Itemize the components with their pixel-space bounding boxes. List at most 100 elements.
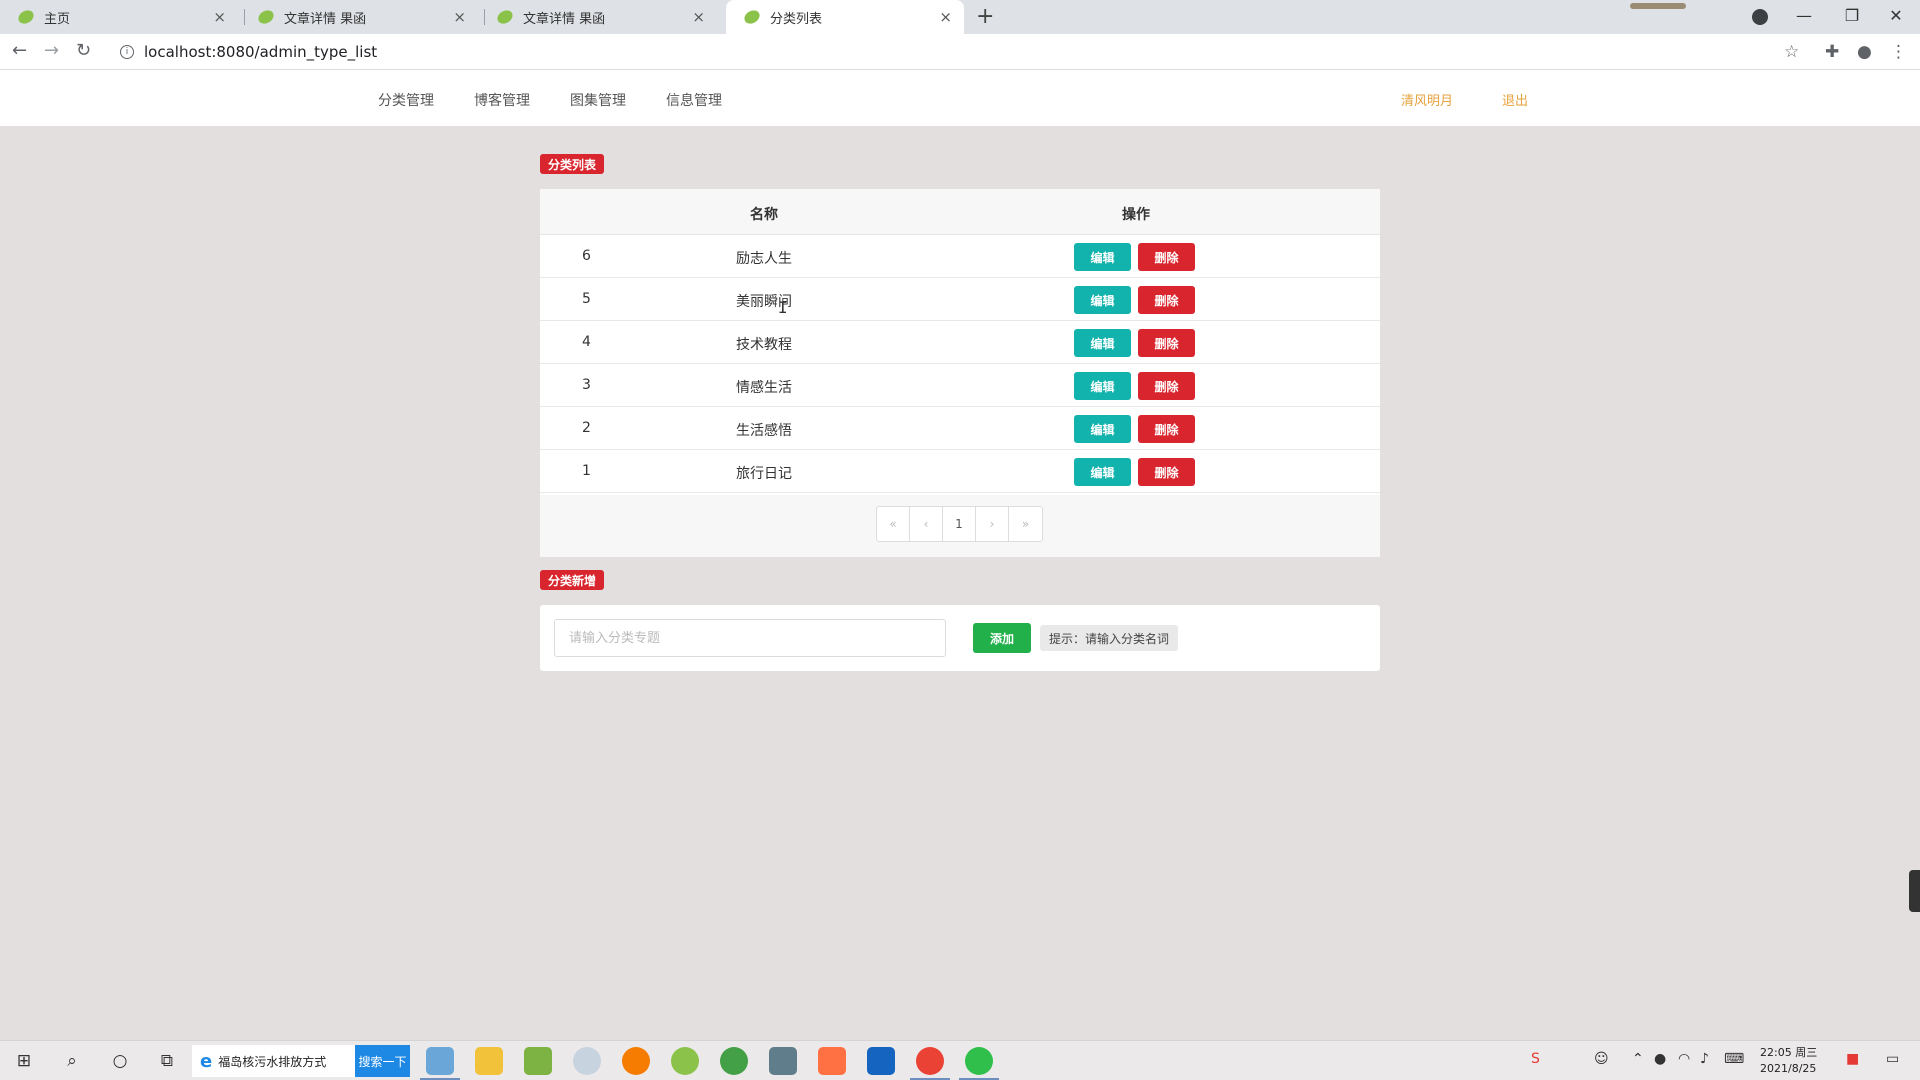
forward-icon[interactable]: → — [44, 40, 59, 61]
search-icon[interactable]: ⌕ — [60, 1049, 84, 1073]
leaf-icon — [256, 7, 276, 27]
terminal-app-icon[interactable] — [769, 1047, 797, 1075]
tab-title: 分类列表 — [770, 11, 823, 27]
action-center-icon[interactable]: ▭ — [1886, 1051, 1899, 1067]
page-last-button[interactable]: » — [1009, 507, 1042, 541]
system-clock[interactable]: 22:05 周三 2021/8/25 — [1760, 1045, 1817, 1077]
add-badge: 分类新增 — [540, 570, 605, 590]
type-name-input[interactable] — [554, 619, 946, 657]
edit-button[interactable]: 编辑 — [1074, 243, 1131, 271]
wechat-icon[interactable] — [965, 1047, 993, 1075]
page-prev-button[interactable]: ‹ — [910, 507, 943, 541]
browser-tab-home[interactable]: 主页 × — [0, 0, 238, 34]
table-footer: « ‹ 1 › » — [540, 495, 1380, 557]
leaf-icon — [495, 7, 515, 27]
close-icon[interactable]: × — [939, 8, 952, 26]
drag-handle[interactable] — [1630, 3, 1686, 9]
user-link[interactable]: 清风明月 — [1401, 90, 1453, 109]
star-icon[interactable]: ☆ — [1784, 42, 1799, 62]
close-icon[interactable]: × — [213, 8, 226, 26]
cortana-icon[interactable]: ○ — [108, 1049, 132, 1073]
search-tool-icon[interactable] — [622, 1047, 650, 1075]
row-id: 4 — [582, 334, 591, 350]
people-icon[interactable]: ☺ — [1594, 1051, 1609, 1067]
settings-app-icon[interactable] — [573, 1047, 601, 1075]
spring-tool-icon[interactable] — [671, 1047, 699, 1075]
address-bar: ← → ↻ i localhost:8080/admin_type_list ☆… — [0, 34, 1920, 70]
row-name: 技术教程 — [736, 337, 792, 353]
edit-button[interactable]: 编辑 — [1074, 286, 1131, 314]
window-close-icon[interactable]: ✕ — [1876, 0, 1916, 30]
chevron-up-icon[interactable]: ⌃ — [1632, 1051, 1644, 1067]
header-action: 操作 — [1122, 207, 1150, 223]
clock-time: 22:05 周三 — [1760, 1046, 1818, 1059]
extensions-icon[interactable]: ✚ — [1825, 42, 1839, 62]
add-button[interactable]: 添加 — [973, 623, 1031, 653]
browser-tab-article-1[interactable]: 文章详情 果函 × — [240, 0, 478, 34]
task-view-icon[interactable]: ⧉ — [155, 1049, 179, 1073]
page-current-button[interactable]: 1 — [943, 507, 976, 541]
delete-button[interactable]: 删除 — [1138, 286, 1195, 314]
close-icon[interactable]: × — [692, 8, 705, 26]
file-explorer-icon[interactable] — [475, 1047, 503, 1075]
profile-icon[interactable]: ● — [1857, 42, 1872, 62]
chart-app-icon[interactable] — [524, 1047, 552, 1075]
header-name: 名称 — [750, 207, 778, 223]
delete-button[interactable]: 删除 — [1138, 329, 1195, 357]
new-tab-button[interactable]: + — [976, 4, 994, 29]
browser-tab-article-2[interactable]: 文章详情 果函 × — [479, 0, 717, 34]
reload-icon[interactable]: ↻ — [76, 40, 91, 61]
spring-boot-icon[interactable] — [720, 1047, 748, 1075]
close-icon[interactable]: × — [453, 8, 466, 26]
page-first-button[interactable]: « — [877, 507, 910, 541]
row-id: 6 — [582, 248, 591, 264]
row-id: 3 — [582, 377, 591, 393]
edit-button[interactable]: 编辑 — [1074, 458, 1131, 486]
notification-badge-icon[interactable]: ■ — [1846, 1051, 1859, 1067]
edit-button[interactable]: 编辑 — [1074, 329, 1131, 357]
delete-button[interactable]: 删除 — [1138, 243, 1195, 271]
add-form: 添加 提示：请输入分类名词 — [540, 605, 1380, 671]
logout-link[interactable]: 退出 — [1502, 90, 1528, 109]
url-text: localhost:8080/admin_type_list — [144, 43, 378, 61]
side-panel-handle[interactable] — [1909, 870, 1920, 912]
tab-title: 文章详情 果函 — [523, 11, 606, 27]
page-next-button[interactable]: › — [976, 507, 1009, 541]
delete-button[interactable]: 删除 — [1138, 458, 1195, 486]
nav-item-albums[interactable]: 图集管理 — [570, 90, 626, 110]
table-row: 2 生活感悟 编辑 删除 — [540, 407, 1380, 450]
url-field[interactable]: i localhost:8080/admin_type_list — [112, 38, 1792, 66]
chrome-icon[interactable] — [916, 1047, 944, 1075]
delete-button[interactable]: 删除 — [1138, 415, 1195, 443]
restore-icon[interactable]: ❐ — [1832, 0, 1872, 30]
edit-button[interactable]: 编辑 — [1074, 372, 1131, 400]
menu-icon[interactable]: ⋮ — [1890, 42, 1907, 62]
taskbar-search-button[interactable]: 搜索一下 — [355, 1045, 410, 1077]
qq-icon[interactable]: ● — [1654, 1051, 1666, 1067]
sogou-icon[interactable]: S — [1531, 1051, 1540, 1067]
recorder-app-icon[interactable] — [867, 1047, 895, 1075]
browser-tab-type-list[interactable]: 分类列表 × — [726, 0, 964, 34]
nav-item-info[interactable]: 信息管理 — [666, 90, 722, 110]
minimize-icon[interactable]: — — [1784, 0, 1824, 30]
nav-item-blogs[interactable]: 博客管理 — [474, 90, 530, 110]
text-cursor-icon: I — [778, 298, 788, 317]
taskbar-search-box[interactable]: e 福岛核污水排放方式 搜索一下 — [192, 1045, 410, 1077]
windows-start-icon[interactable]: ⊞ — [12, 1049, 36, 1073]
row-name: 旅行日记 — [736, 466, 792, 482]
notes-app-icon[interactable] — [426, 1047, 454, 1075]
volume-icon[interactable]: ♪ — [1700, 1051, 1709, 1067]
nav-item-types[interactable]: 分类管理 — [378, 90, 434, 110]
wifi-icon[interactable]: ◠ — [1678, 1051, 1690, 1067]
tab-title: 主页 — [44, 11, 71, 27]
media-app-icon[interactable] — [818, 1047, 846, 1075]
edit-button[interactable]: 编辑 — [1074, 415, 1131, 443]
keyboard-icon[interactable]: ⌨ — [1724, 1051, 1744, 1067]
table-row: 5 美丽瞬间 编辑 删除 — [540, 278, 1380, 321]
browser-tab-bar: 主页 × 文章详情 果函 × 文章详情 果函 × 分类列表 × + — ❐ ✕ — [0, 0, 1920, 34]
table-row: 6 励志人生 编辑 删除 — [540, 235, 1380, 278]
tab-search-icon[interactable] — [1752, 9, 1768, 25]
back-icon[interactable]: ← — [12, 40, 27, 61]
info-icon[interactable]: i — [120, 45, 134, 59]
delete-button[interactable]: 删除 — [1138, 372, 1195, 400]
